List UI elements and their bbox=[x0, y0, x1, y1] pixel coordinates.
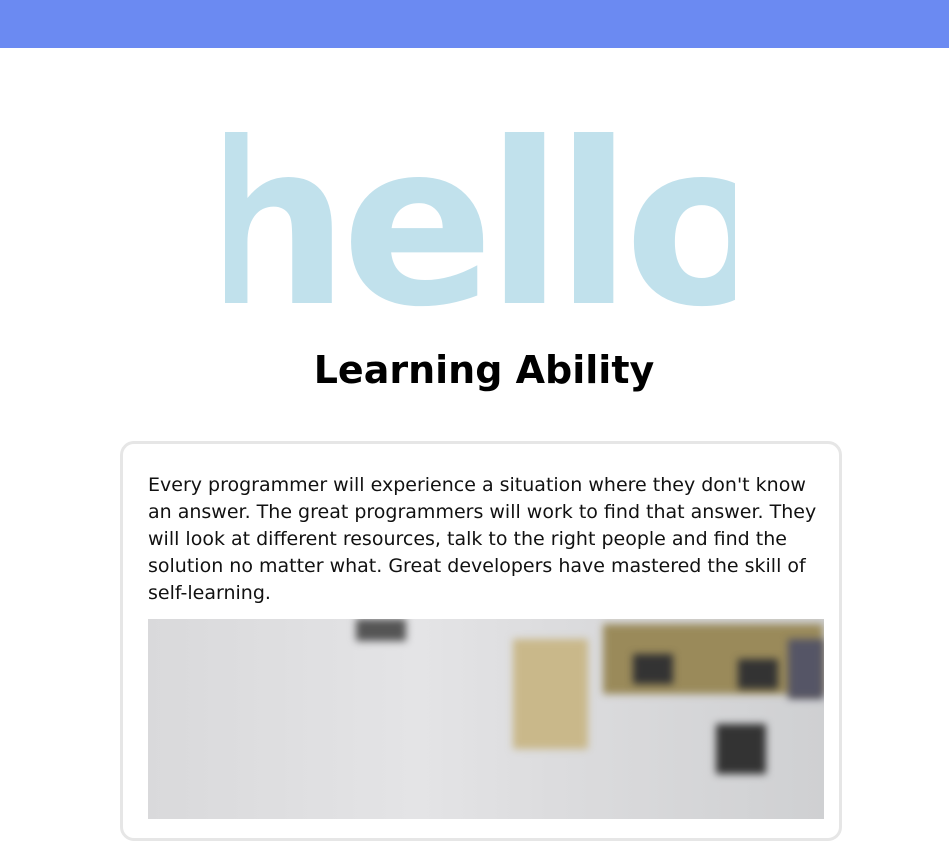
card-text: Every programmer will experience a situa… bbox=[148, 474, 817, 604]
content-card: Every programmer will experience a situa… bbox=[120, 441, 842, 841]
page-title: Learning Ability bbox=[313, 348, 655, 392]
hello-logo: hello bbox=[225, 125, 735, 315]
blurred-office-photo bbox=[148, 619, 824, 819]
top-bar bbox=[0, 0, 949, 48]
svg-text:hello: hello bbox=[225, 125, 735, 315]
